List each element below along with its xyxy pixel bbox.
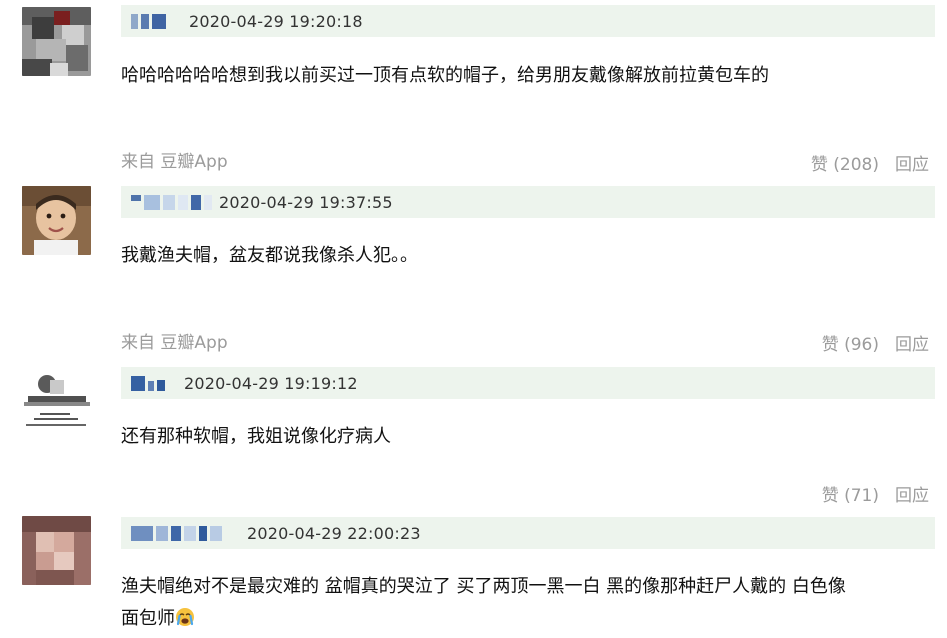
like-button[interactable]: 赞 (96) bbox=[822, 330, 879, 355]
username[interactable] bbox=[131, 12, 169, 30]
comment-text-line: 面包师 bbox=[121, 608, 175, 629]
comment-text: 哈哈哈哈哈哈想到我以前买过一顶有点软的帽子，给男朋友戴像解放前拉黄包车的 bbox=[121, 65, 769, 86]
timestamp: 2020-04-29 19:19:12 bbox=[184, 373, 358, 393]
comment-header: 2020-04-29 19:20:18 bbox=[121, 5, 935, 37]
comment-text-line-2: 面包师 bbox=[121, 603, 933, 635]
comment-actions: 赞 (96) 回应 bbox=[822, 330, 929, 355]
comment-header: 2020-04-29 19:37:55 bbox=[121, 186, 935, 218]
timestamp: 2020-04-29 19:37:55 bbox=[219, 192, 393, 212]
comment-header: 2020-04-29 22:00:23 bbox=[121, 517, 935, 549]
comment-actions: 赞 (208) 回应 bbox=[811, 150, 929, 175]
avatar[interactable] bbox=[22, 516, 91, 585]
comment-source: 来自 豆瓣App bbox=[121, 333, 228, 353]
reply-button[interactable]: 回应 bbox=[895, 481, 929, 506]
avatar[interactable] bbox=[22, 366, 91, 435]
like-button[interactable]: 赞 (208) bbox=[811, 150, 879, 175]
comment-text: 渔夫帽绝对不是最灾难的 盆帽真的哭泣了 买了两顶一黑一白 黑的像那种赶尸人戴的 … bbox=[121, 571, 933, 635]
username[interactable] bbox=[131, 524, 225, 542]
reply-button[interactable]: 回应 bbox=[895, 150, 929, 175]
timestamp: 2020-04-29 22:00:23 bbox=[247, 523, 421, 543]
comment-header: 2020-04-29 19:19:12 bbox=[121, 367, 935, 399]
avatar[interactable] bbox=[22, 7, 91, 76]
avatar[interactable] bbox=[22, 186, 91, 255]
timestamp: 2020-04-29 19:20:18 bbox=[189, 11, 363, 31]
comment-actions: 赞 (71) 回应 bbox=[822, 481, 929, 506]
username[interactable] bbox=[131, 374, 168, 392]
comment-text: 我戴渔夫帽，盆友都说我像杀人犯。。 bbox=[121, 245, 418, 266]
reply-button[interactable]: 回应 bbox=[895, 330, 929, 355]
comment-text-line: 渔夫帽绝对不是最灾难的 盆帽真的哭泣了 买了两顶一黑一白 黑的像那种赶尸人戴的 … bbox=[121, 576, 846, 597]
comment-source: 来自 豆瓣App bbox=[121, 152, 228, 172]
like-button[interactable]: 赞 (71) bbox=[822, 481, 879, 506]
username[interactable] bbox=[131, 193, 215, 211]
comment-text: 还有那种软帽，我姐说像化疗病人 bbox=[121, 426, 391, 447]
loudly-crying-face-icon bbox=[175, 606, 195, 626]
